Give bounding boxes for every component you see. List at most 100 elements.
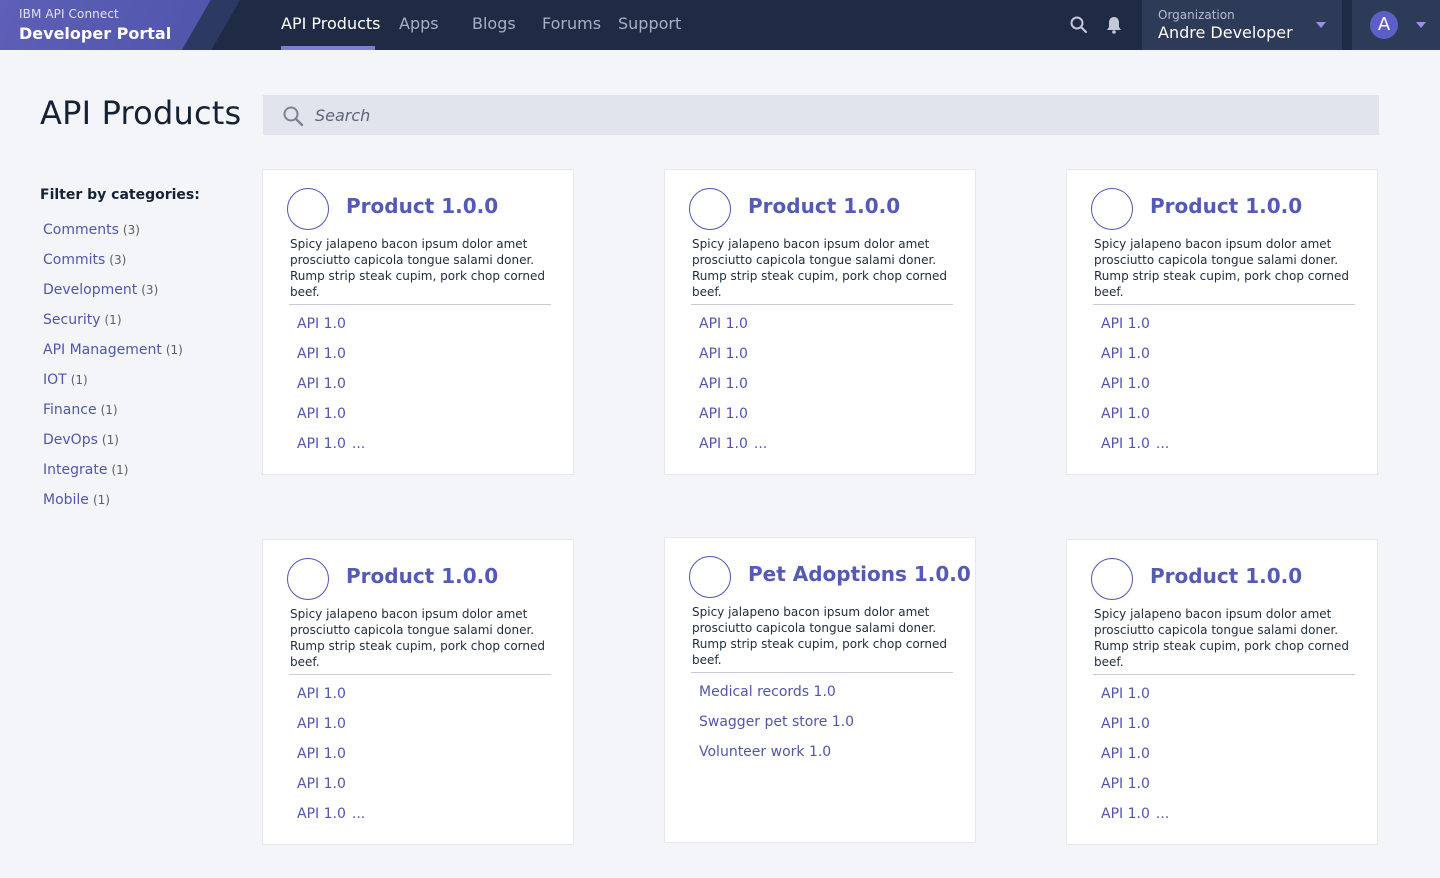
api-link-last[interactable]: API 1.0... [1101,434,1169,464]
api-link[interactable]: API 1.0 [1101,404,1169,434]
search-bar [263,95,1379,135]
category-link-integrate[interactable]: Integrate [43,462,107,478]
api-link-last[interactable]: API 1.0... [297,434,365,464]
search-input[interactable] [315,95,1355,135]
top-navigation-bar: IBM API Connect Developer Portal API Pro… [0,0,1440,50]
product-card: Product 1.0.0 Spicy jalapeno bacon ipsum… [664,169,976,475]
organization-selector[interactable]: Organization Andre Developer [1142,0,1342,50]
nav-support[interactable]: Support [618,14,681,33]
organization-label: Organization [1158,8,1235,22]
api-link-last[interactable]: API 1.0... [297,804,365,834]
nav-api-products[interactable]: API Products [281,14,380,33]
api-link[interactable]: API 1.0 [297,404,365,434]
api-link[interactable]: API 1.0 [699,374,767,404]
category-item: IOT (1) [43,370,183,400]
more-apis-marker: ... [753,436,768,452]
divider [1093,304,1355,305]
category-item: Development (3) [43,280,183,310]
user-menu[interactable]: A [1352,0,1440,50]
category-link-devops[interactable]: DevOps [43,432,98,448]
product-description: Spicy jalapeno bacon ipsum dolor amet pr… [1094,607,1350,669]
category-link-api-management[interactable]: API Management [43,342,162,358]
category-link-mobile[interactable]: Mobile [43,492,89,508]
api-link[interactable]: API 1.0 [297,744,365,774]
product-title[interactable]: Product 1.0.0 [748,194,900,218]
more-apis-marker: ... [351,436,366,452]
nav-apps[interactable]: Apps [399,14,439,33]
category-item: Integrate (1) [43,460,183,490]
category-link-security[interactable]: Security [43,312,101,328]
category-link-commits[interactable]: Commits [43,252,105,268]
api-list: API 1.0 API 1.0 API 1.0 API 1.0 API 1.0.… [1101,314,1169,464]
product-title[interactable]: Product 1.0.0 [346,564,498,588]
filter-title: Filter by categories: [40,187,200,203]
product-title[interactable]: Product 1.0.0 [1150,194,1302,218]
api-link[interactable]: API 1.0 [1101,314,1169,344]
page-title: API Products [40,94,242,132]
more-apis-marker: ... [1155,806,1170,822]
category-link-iot[interactable]: IOT [43,372,67,388]
product-icon [1091,558,1133,600]
product-icon [287,188,329,230]
notification-bell-icon[interactable] [1102,13,1126,37]
api-link-medical-records[interactable]: Medical records 1.0 [699,682,854,712]
product-title[interactable]: Pet Adoptions 1.0.0 [748,562,971,586]
category-item: Finance (1) [43,400,183,430]
api-link-volunteer-work[interactable]: Volunteer work 1.0 [699,742,854,772]
api-link[interactable]: API 1.0 [699,344,767,374]
category-count: (3) [141,283,159,297]
product-card: Product 1.0.0 Spicy jalapeno bacon ipsum… [1066,539,1378,845]
category-link-development[interactable]: Development [43,282,137,298]
api-link[interactable]: API 1.0 [1101,714,1169,744]
api-link[interactable]: API 1.0 [297,684,365,714]
api-list: API 1.0 API 1.0 API 1.0 API 1.0 API 1.0.… [699,314,767,464]
category-link-finance[interactable]: Finance [43,402,97,418]
category-filter-list: Comments (3) Commits (3) Development (3) Se… [43,220,183,520]
api-link[interactable]: API 1.0 [1101,344,1169,374]
product-title[interactable]: Product 1.0.0 [1150,564,1302,588]
api-link-last[interactable]: API 1.0... [1101,804,1169,834]
category-link-comments[interactable]: Comments [43,222,119,238]
api-link[interactable]: API 1.0 [297,314,365,344]
api-link[interactable]: API 1.0 [297,774,365,804]
api-link[interactable]: API 1.0 [1101,744,1169,774]
category-item: DevOps (1) [43,430,183,460]
divider [289,674,551,675]
api-link-label: API 1.0 [1101,436,1150,452]
category-count: (3) [122,223,140,237]
api-link-label: API 1.0 [1101,806,1150,822]
api-link-swagger-pet-store[interactable]: Swagger pet store 1.0 [699,712,854,742]
category-count: (1) [165,343,183,357]
category-count: (1) [101,433,119,447]
brand-portal-name[interactable]: Developer Portal [19,24,171,43]
api-link[interactable]: API 1.0 [1101,374,1169,404]
api-link[interactable]: API 1.0 [297,344,365,374]
api-link[interactable]: API 1.0 [699,314,767,344]
nav-blogs[interactable]: Blogs [472,14,516,33]
category-item: Commits (3) [43,250,183,280]
api-list: API 1.0 API 1.0 API 1.0 API 1.0 API 1.0.… [1101,684,1169,834]
avatar: A [1370,11,1398,39]
category-count: (1) [111,463,129,477]
chevron-down-icon [1316,22,1326,28]
nav-forums[interactable]: Forums [542,14,601,33]
product-description: Spicy jalapeno bacon ipsum dolor amet pr… [1094,237,1350,299]
api-link[interactable]: API 1.0 [1101,684,1169,714]
product-icon [1091,188,1133,230]
api-list: API 1.0 API 1.0 API 1.0 API 1.0 API 1.0.… [297,314,365,464]
api-list: Medical records 1.0 Swagger pet store 1.… [699,682,854,772]
brand-product-name: IBM API Connect [19,7,119,21]
api-link-last[interactable]: API 1.0... [699,434,767,464]
api-link-label: API 1.0 [699,436,748,452]
chevron-down-icon [1416,22,1426,28]
search-icon [283,106,304,127]
api-link[interactable]: API 1.0 [1101,774,1169,804]
product-card: Pet Adoptions 1.0.0 Spicy jalapeno bacon… [664,537,976,843]
api-link[interactable]: API 1.0 [297,374,365,404]
search-icon[interactable] [1067,13,1091,37]
product-title[interactable]: Product 1.0.0 [346,194,498,218]
category-count: (1) [100,403,118,417]
api-link[interactable]: API 1.0 [699,404,767,434]
product-card: Product 1.0.0 Spicy jalapeno bacon ipsum… [1066,169,1378,475]
api-link[interactable]: API 1.0 [297,714,365,744]
